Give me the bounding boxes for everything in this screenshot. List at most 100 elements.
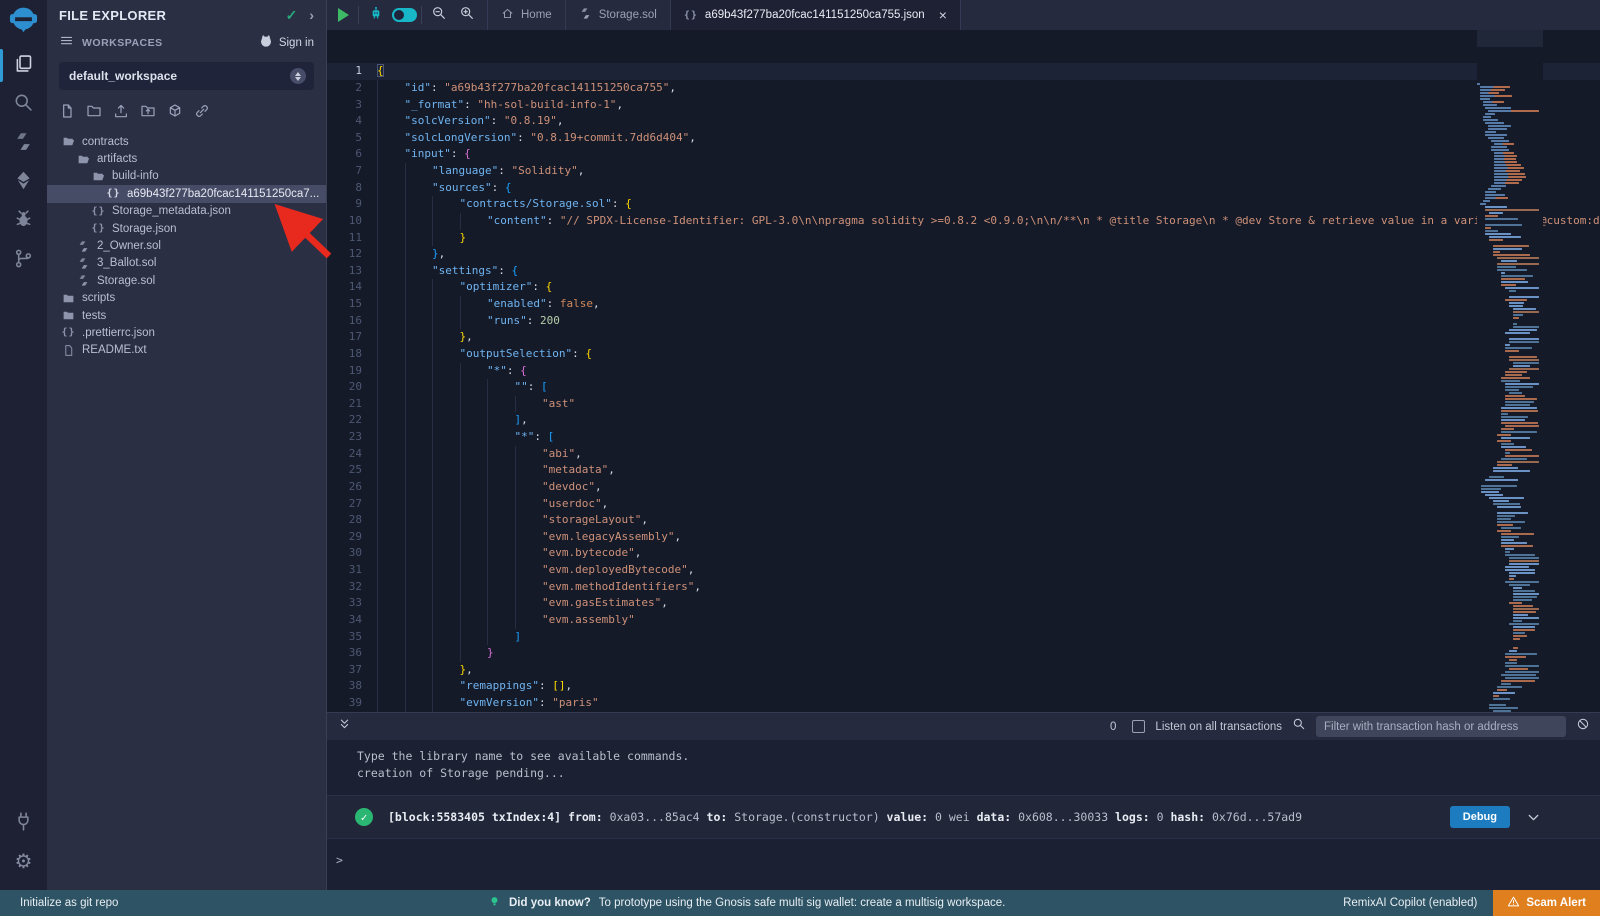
tree-item[interactable]: contracts	[47, 133, 326, 150]
tree-item-label: tests	[82, 310, 106, 322]
code-line: 16 "runs": 200	[327, 313, 1600, 330]
code-line: 30 "evm.bytecode",	[327, 545, 1600, 562]
code-line: 2 "id": "a69b43f277ba20fcac141151250ca75…	[327, 80, 1600, 97]
tree-item[interactable]: Storage.sol	[47, 272, 326, 289]
tip-text: To prototype using the Gnosis safe multi…	[599, 897, 1006, 909]
scam-alert-badge[interactable]: Scam Alert	[1493, 890, 1600, 916]
chevron-right-icon[interactable]: ›	[309, 7, 314, 23]
tree-item[interactable]: {}.prettierrc.json	[47, 324, 326, 341]
tab-storage-sol[interactable]: Storage.sol	[566, 0, 671, 30]
new-file-button[interactable]	[59, 103, 75, 124]
expand-transaction-icon[interactable]	[1525, 809, 1542, 826]
zoom-in-icon	[459, 5, 475, 26]
tab-a69b43f277ba20fcac141151250ca755-json[interactable]: {}a69b43f277ba20fcac141151250ca755.json×	[671, 0, 961, 30]
tree-item[interactable]: artifacts	[47, 150, 326, 167]
sidebar-debugger[interactable]	[0, 202, 47, 241]
tree-item[interactable]: {}a69b43f277ba20fcac141151250ca7...	[47, 185, 326, 202]
search-icon	[13, 92, 34, 118]
tree-item[interactable]: {}Storage.json	[47, 220, 326, 237]
sol-icon	[76, 257, 91, 270]
tree-item[interactable]: scripts	[47, 290, 326, 307]
import-box-icon	[167, 103, 183, 124]
code-line: 25 "metadata",	[327, 462, 1600, 479]
code-line: 9 "contracts/Storage.sol": {	[327, 196, 1600, 213]
sidebar-settings[interactable]: ⚙	[0, 843, 47, 882]
workspace-select[interactable]: default_workspace	[59, 62, 314, 90]
code-line: 24 "abi",	[327, 446, 1600, 463]
sidebar-deploy-and-run[interactable]	[0, 163, 47, 202]
code-line: 32 "evm.methodIdentifiers",	[327, 579, 1600, 596]
code-line: 27 "userdoc",	[327, 496, 1600, 513]
code-line: 5 "solcLongVersion": "0.8.19+commit.7dd6…	[327, 130, 1600, 147]
zoom-out-icon	[431, 5, 447, 26]
upload-folder-button[interactable]	[140, 103, 156, 124]
debugger-icon	[13, 209, 34, 235]
tree-item[interactable]: 2_Owner.sol	[47, 237, 326, 254]
terminal[interactable]: Type the library name to see available c…	[327, 740, 1600, 890]
terminal-log-line: creation of Storage pending...	[357, 765, 1600, 782]
clear-console-icon[interactable]	[1576, 717, 1590, 736]
tree-item[interactable]: 3_Ballot.sol	[47, 255, 326, 272]
upload-file-button[interactable]	[113, 103, 129, 124]
sidebar-plugin-manager[interactable]	[0, 804, 47, 843]
new-folder-button[interactable]	[86, 103, 102, 124]
run-script-button[interactable]	[327, 0, 355, 30]
terminal-log-line: Type the library name to see available c…	[357, 748, 1600, 765]
close-tab-icon[interactable]: ×	[939, 8, 947, 22]
code-line: 33 "evm.gasEstimates",	[327, 595, 1600, 612]
sidebar-git[interactable]	[0, 241, 47, 280]
tree-item-label: contracts	[82, 136, 129, 148]
tree-item-label: .prettierrc.json	[82, 327, 155, 339]
tree-item-label: scripts	[82, 292, 115, 304]
minimap[interactable]	[1477, 30, 1543, 712]
sidebar-remix-logo[interactable]	[0, 0, 47, 46]
ai-copilot-toggle[interactable]	[390, 0, 418, 30]
code-line: 20 "": [	[327, 379, 1600, 396]
sign-in-label: Sign in	[279, 37, 314, 49]
collapse-terminal-button[interactable]	[337, 717, 352, 737]
code-line: 23 "*": [	[327, 429, 1600, 446]
workspaces-menu-icon[interactable]	[59, 33, 74, 53]
terminal-header: 0 Listen on all transactions	[327, 712, 1600, 740]
code-line: 1{	[327, 63, 1600, 80]
sidebar-file-explorer[interactable]	[0, 46, 47, 85]
transaction-filter-input[interactable]	[1316, 716, 1566, 737]
git-icon	[13, 248, 34, 274]
code-line: 4 "solcVersion": "0.8.19",	[327, 113, 1600, 130]
zoom-out-button[interactable]	[425, 0, 453, 30]
remixai-assistant-button[interactable]	[362, 0, 390, 30]
code-line: 26 "devdoc",	[327, 479, 1600, 496]
sol-icon	[76, 274, 91, 287]
terminal-prompt: >	[327, 853, 1600, 867]
sidebar-search[interactable]	[0, 85, 47, 124]
code-editor[interactable]: 1{2 "id": "a69b43f277ba20fcac141151250ca…	[327, 30, 1600, 712]
tree-item[interactable]: build-info	[47, 168, 326, 185]
tree-item[interactable]: {}Storage_metadata.json	[47, 203, 326, 220]
activity-bar: ⚙	[0, 0, 47, 890]
tree-item[interactable]: tests	[47, 307, 326, 324]
panel-title: FILE EXPLORER	[59, 8, 286, 23]
file-icon	[61, 344, 76, 357]
sign-in-button[interactable]: Sign in	[258, 33, 314, 52]
minimap-slider[interactable]	[1477, 30, 1543, 47]
listen-checkbox[interactable]	[1132, 720, 1145, 733]
tab-home[interactable]: Home	[487, 0, 566, 30]
tree-item-label: 3_Ballot.sol	[97, 257, 156, 269]
tree-item-label: 2_Owner.sol	[97, 240, 161, 252]
import-box-button[interactable]	[167, 103, 183, 124]
import-link-button[interactable]	[194, 103, 210, 124]
zoom-in-button[interactable]	[453, 0, 481, 30]
git-init-status[interactable]: Initialize as git repo	[0, 897, 330, 909]
debug-button[interactable]: Debug	[1450, 806, 1510, 828]
code-line: 31 "evm.deployedBytecode",	[327, 562, 1600, 579]
search-icon[interactable]	[1292, 717, 1306, 736]
plugin-manager-icon	[13, 811, 34, 837]
tab-label: a69b43f277ba20fcac141151250ca755.json	[705, 9, 925, 21]
tree-item[interactable]: README.txt	[47, 342, 326, 359]
tree-item-label: a69b43f277ba20fcac141151250ca7...	[127, 188, 319, 200]
success-check-icon: ✓	[355, 808, 373, 826]
transaction-row[interactable]: ✓ [block:5583405 txIndex:4] from: 0xa03.…	[327, 795, 1600, 839]
copilot-status[interactable]: RemixAI Copilot (enabled)	[1343, 897, 1477, 909]
sidebar-solidity-compiler[interactable]	[0, 124, 47, 163]
settings-icon: ⚙	[15, 852, 33, 873]
